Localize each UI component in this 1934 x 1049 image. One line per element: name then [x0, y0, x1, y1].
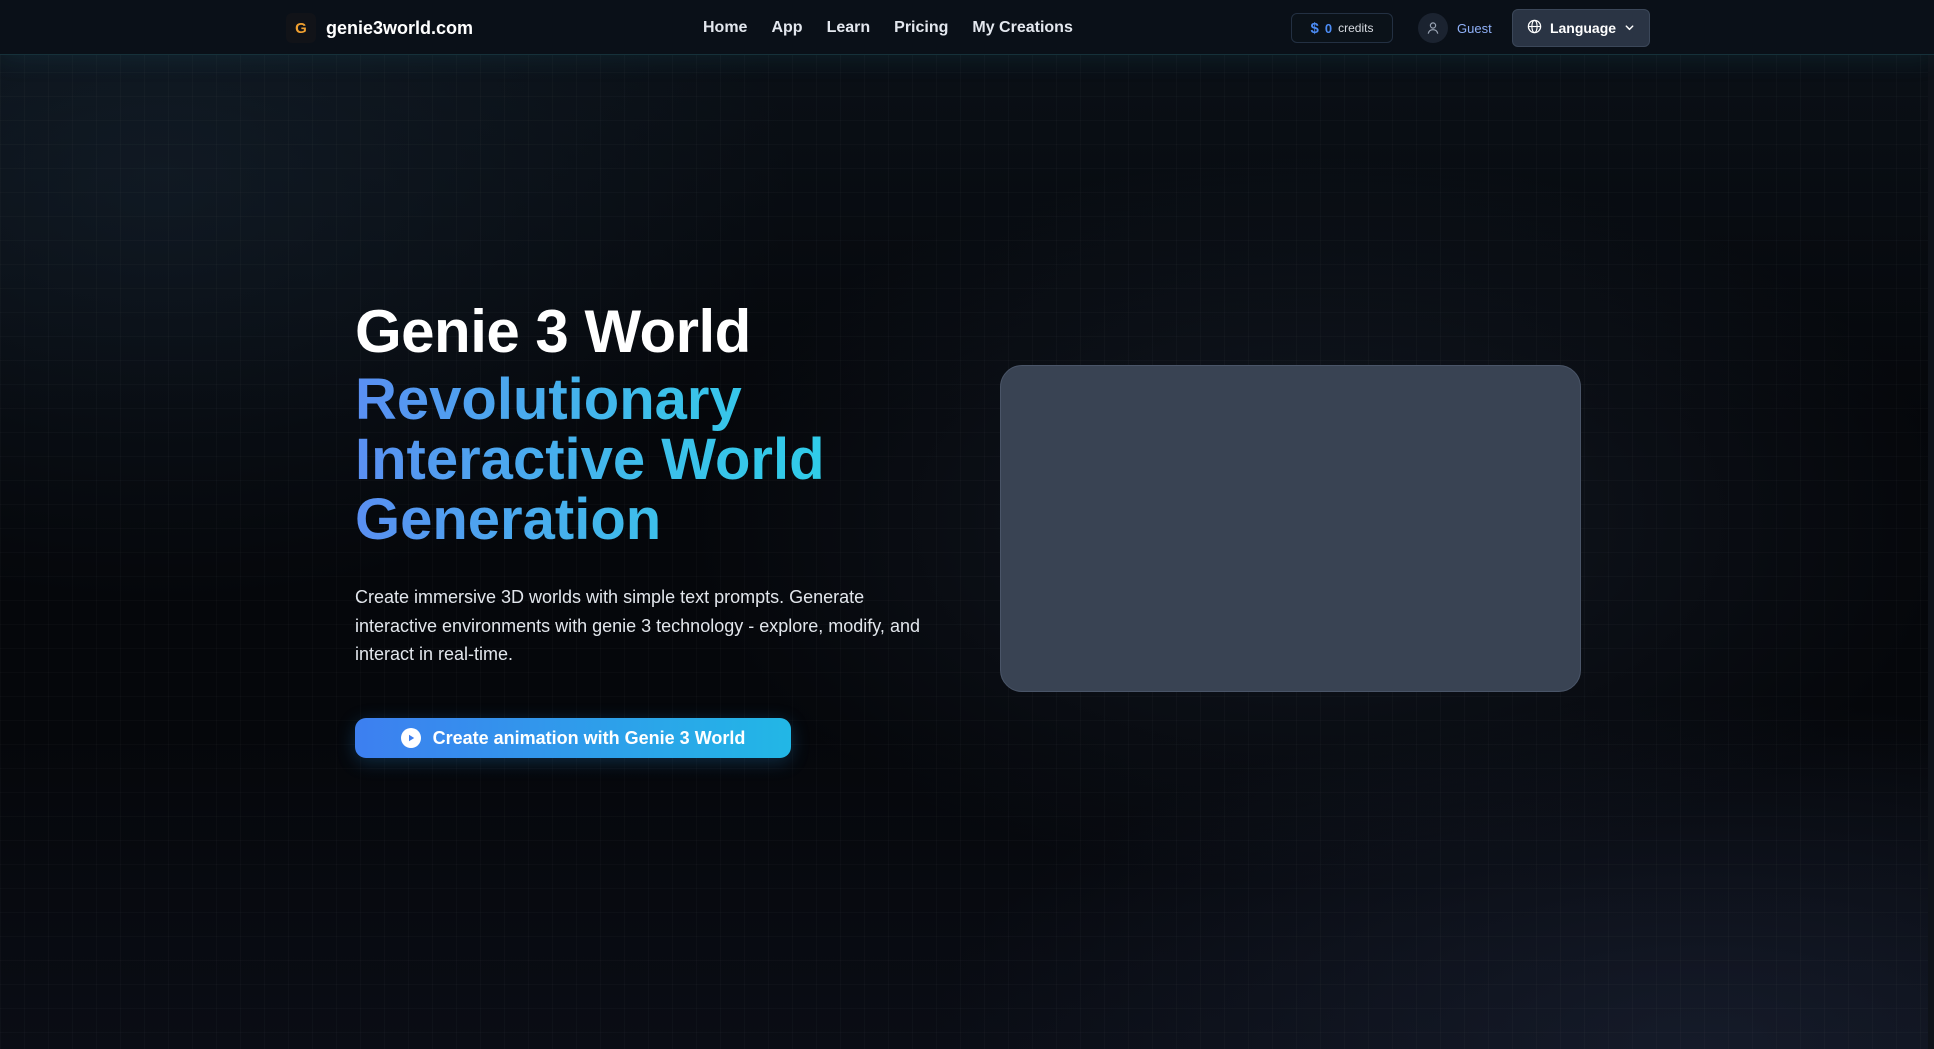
chevron-down-icon: [1624, 20, 1635, 36]
nav-my-creations[interactable]: My Creations: [972, 19, 1072, 37]
page: G genie3world.com Home App Learn Pricing…: [0, 0, 1934, 1049]
create-animation-button[interactable]: Create animation with Genie 3 World: [355, 718, 791, 758]
main-nav: Home App Learn Pricing My Creations: [703, 15, 1073, 41]
user-menu[interactable]: Guest: [1418, 13, 1492, 43]
top-navbar: G genie3world.com Home App Learn Pricing…: [0, 0, 1934, 55]
globe-icon: [1527, 19, 1542, 37]
nav-app[interactable]: App: [771, 19, 802, 37]
create-animation-label: Create animation with Genie 3 World: [432, 727, 746, 748]
credits-label: credits: [1338, 21, 1374, 35]
play-icon: [400, 728, 421, 748]
language-label: Language: [1549, 20, 1617, 36]
site-name: genie3world.com: [326, 17, 474, 38]
hero-description: Create immersive 3D worlds with simple t…: [355, 587, 920, 664]
site-logo-link[interactable]: G genie3world.com: [286, 12, 473, 44]
logo-icon: G: [286, 13, 316, 43]
hero-content: Genie 3 World Revolutionary Interactive …: [355, 296, 975, 669]
nav-pricing[interactable]: Pricing: [894, 19, 948, 37]
nav-learn[interactable]: Learn: [827, 19, 871, 37]
credits-badge[interactable]: $ 0 credits: [1291, 13, 1393, 43]
dollar-icon: $: [1310, 19, 1319, 37]
hero-title: Genie 3 World: [355, 298, 751, 365]
page-scrollbar[interactable]: [1928, 0, 1934, 1049]
user-icon: [1418, 13, 1448, 43]
preview-media-panel: [1000, 365, 1581, 692]
language-button[interactable]: Language: [1512, 9, 1650, 47]
credits-amount: 0: [1324, 20, 1333, 36]
nav-home[interactable]: Home: [703, 19, 747, 37]
user-name: Guest: [1457, 20, 1492, 36]
hero-subtitle: Revolutionary Interactive World Generati…: [355, 370, 915, 550]
